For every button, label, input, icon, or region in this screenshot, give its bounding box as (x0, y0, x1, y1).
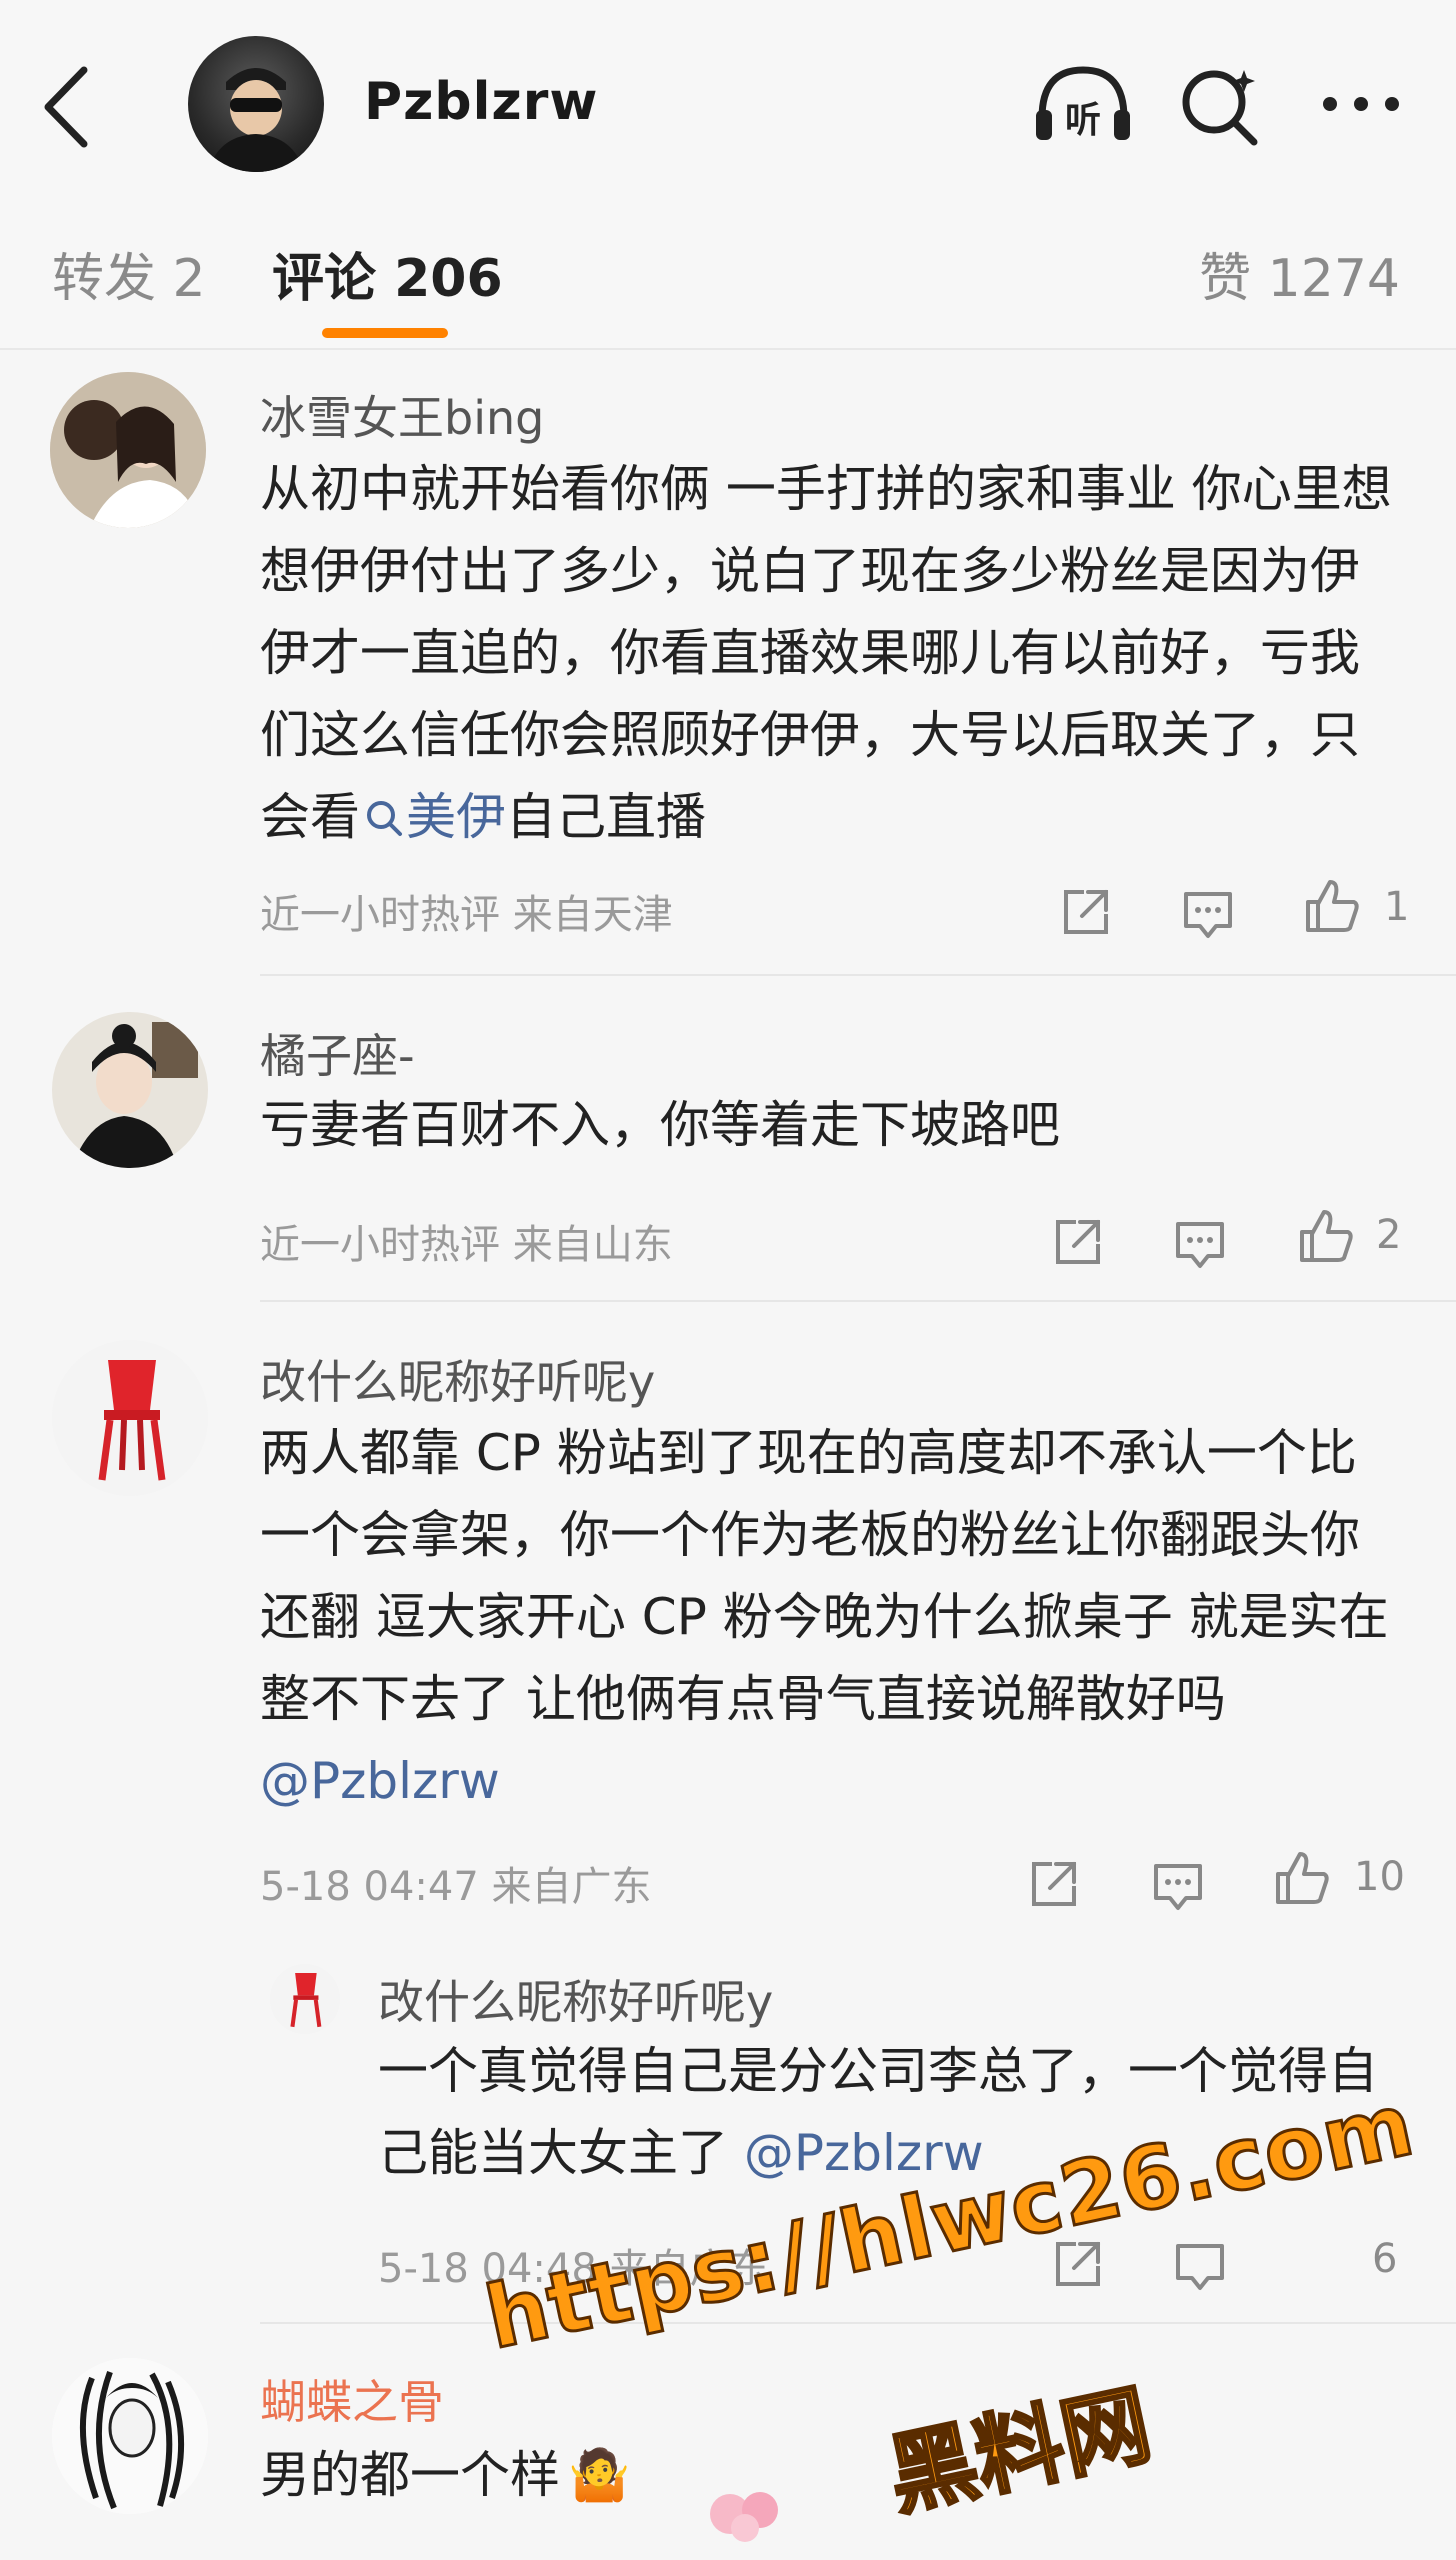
reply-icon[interactable] (1172, 2236, 1228, 2296)
like-icon[interactable] (1296, 1206, 1356, 1266)
commenter-avatar[interactable] (52, 1012, 208, 1168)
comment-meta: 近一小时热评 来自天津 (260, 892, 673, 938)
like-icon[interactable] (1272, 1848, 1332, 1908)
topic-link[interactable]: 美伊 (360, 788, 506, 846)
commenter-name[interactable]: 蝴蝶之骨 (260, 2366, 444, 2432)
mention-link[interactable]: @Pzblzrw (260, 1752, 500, 1810)
listen-label: 听 (1065, 100, 1101, 141)
share-icon[interactable] (1050, 1212, 1106, 1272)
like-icon[interactable] (1302, 876, 1362, 936)
comment-text-body: 男的都一个样 (260, 2446, 560, 2504)
comment-meta: 5-18 04:47 来自广东 (260, 1864, 652, 1910)
search-icon (367, 801, 402, 836)
tab-repost[interactable]: 转发 2 (52, 236, 206, 311)
comment-meta: 近一小时热评 来自山东 (260, 1222, 673, 1268)
reply-icon[interactable] (1172, 1214, 1228, 1274)
commenter-name-text: 蝴蝶之骨 (260, 2375, 444, 2429)
comment-item: 橘子座- 亏妻者百财不入，你等着走下坡路吧 近一小时热评 来自山东 2 (0, 978, 1456, 1304)
more-icon[interactable] (1316, 62, 1406, 146)
commenter-avatar[interactable] (50, 372, 206, 528)
tab-like[interactable]: 赞 1274 (1199, 236, 1400, 311)
top-bar: Pzblzrw 听 (0, 0, 1456, 190)
commenter-name[interactable]: 橘子座- (260, 1020, 415, 1086)
divider (260, 974, 1456, 976)
commenter-avatar[interactable] (52, 1340, 208, 1496)
like-count: 2 (1376, 1212, 1402, 1258)
share-icon[interactable] (1026, 1854, 1082, 1914)
divider (260, 1300, 1456, 1302)
topic-link-text: 美伊 (406, 788, 506, 846)
tab-comment[interactable]: 评论 206 (272, 236, 503, 311)
comment-text: 两人都靠 CP 粉站到了现在的高度却不承认一个比一个会拿架，你一个作为老板的粉丝… (260, 1412, 1400, 1822)
share-icon[interactable] (1058, 882, 1114, 942)
comment-text-body: 两人都靠 CP 粉站到了现在的高度却不承认一个比一个会拿架，你一个作为老板的粉丝… (260, 1424, 1389, 1728)
comment-text-tail: 自己直播 (506, 788, 706, 846)
comment-text: 亏妻者百财不入，你等着走下坡路吧 (260, 1096, 1060, 1154)
commenter-name[interactable]: 冰雪女王bing (260, 382, 544, 448)
commenter-name[interactable]: 改什么昵称好听呢y (260, 1346, 655, 1412)
commenter-avatar[interactable] (52, 2358, 208, 2514)
comment-text: 从初中就开始看你俩 一手打拼的家和事业 你心里想想伊伊付出了多少，说白了现在多少… (260, 448, 1400, 858)
weibo-comments-page: Pzblzrw 听 转发 2 评论 206 赞 1274 冰雪女王bing 从初… (0, 0, 1456, 2560)
listen-icon[interactable]: 听 (1030, 62, 1136, 146)
comment-item: 冰雪女王bing 从初中就开始看你俩 一手打拼的家和事业 你心里想想伊伊付出了多… (0, 352, 1456, 978)
like-count: 1 (1384, 884, 1410, 930)
comment-text: 男的都一个样 🤷 (260, 2434, 1400, 2516)
shrug-emoji: 🤷 (568, 2446, 631, 2504)
flower-decoration (710, 2492, 778, 2542)
active-tab-indicator (322, 328, 448, 338)
back-icon[interactable] (38, 62, 98, 152)
divider (260, 2322, 1456, 2324)
reply-icon[interactable] (1150, 1856, 1206, 1916)
header-username[interactable]: Pzblzrw (364, 72, 598, 132)
like-count: 6 (1372, 2236, 1398, 2282)
like-count: 10 (1354, 1854, 1405, 1900)
reply-avatar[interactable] (270, 1964, 340, 2034)
reply-name[interactable]: 改什么昵称好听呢y (378, 1966, 773, 2032)
tab-bar: 转发 2 评论 206 赞 1274 (0, 190, 1456, 350)
search-icon[interactable] (1178, 62, 1262, 146)
reply-icon[interactable] (1180, 884, 1236, 944)
profile-avatar[interactable] (188, 36, 324, 172)
